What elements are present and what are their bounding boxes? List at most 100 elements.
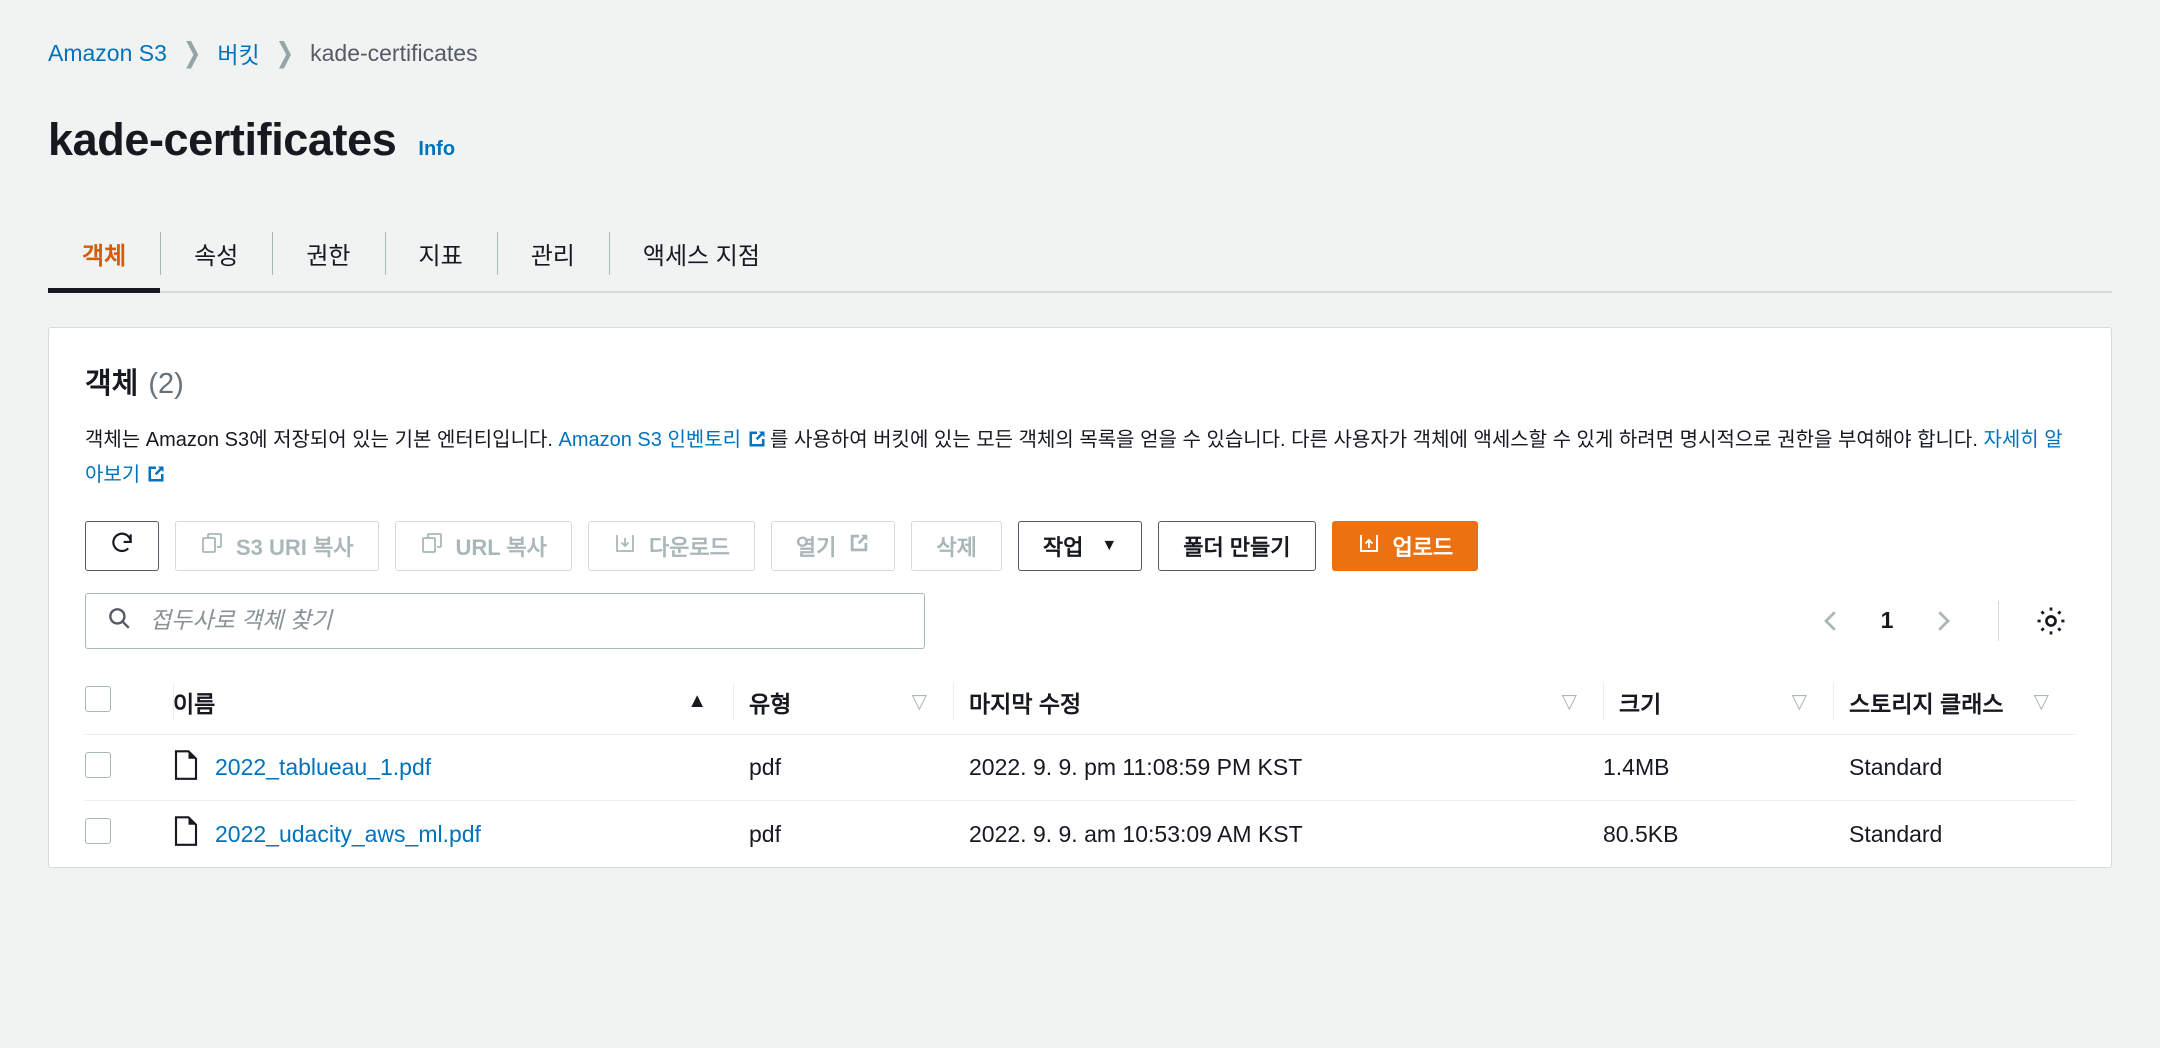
sort-icon[interactable]: ▽ [912, 689, 927, 714]
objects-count: (2) [148, 368, 184, 400]
objects-table: 이름 ▲ 유형 ▽ 마지막 수정 ▽ 크기 ▽ 스토리지 클래스 ▽ 2022_… [85, 669, 2075, 867]
upload-label: 업로드 [1392, 534, 1454, 560]
breadcrumb-separator-icon: ❯ [182, 36, 202, 68]
row-name-cell: 2022_tablueau_1.pdf [173, 735, 733, 801]
row-storage-class-cell: Standard [1849, 754, 1943, 781]
open-label: 열기 [795, 534, 837, 560]
column-header-name[interactable]: 이름 ▲ [173, 669, 733, 735]
breadcrumb-item-current: kade-certificates [310, 39, 478, 66]
s3-inventory-link[interactable]: Amazon S3 인벤토리 [559, 429, 742, 451]
select-all-checkbox[interactable] [85, 685, 111, 712]
object-link[interactable]: 2022_udacity_aws_ml.pdf [215, 821, 481, 848]
refresh-icon [109, 530, 135, 562]
select-all-header [85, 669, 173, 735]
column-header-storage-class-label: 스토리지 클래스 [1849, 690, 2004, 717]
column-divider [733, 682, 734, 721]
copy-s3-uri-button[interactable]: S3 URI 복사 [175, 520, 379, 571]
tab-properties[interactable]: 속성 [160, 218, 272, 291]
tab-access-points[interactable]: 액세스 지점 [608, 218, 794, 291]
tab-metrics[interactable]: 지표 [384, 218, 497, 291]
column-header-type[interactable]: 유형 ▽ [733, 669, 953, 735]
upload-button[interactable]: 업로드 [1331, 520, 1479, 571]
column-divider [1833, 682, 1834, 721]
tab-permissions[interactable]: 권한 [272, 218, 384, 291]
column-header-last-modified-label: 마지막 수정 [969, 690, 1082, 717]
breadcrumb: Amazon S3 ❯ 버킷 ❯ kade-certificates [0, 0, 2160, 70]
row-size-cell: 80.5KB [1603, 820, 1679, 847]
pagination-page-1[interactable]: 1 [1864, 607, 1910, 634]
row-select-cell [85, 801, 173, 867]
row-type-cell: pdf [749, 754, 781, 781]
column-header-last-modified[interactable]: 마지막 수정 ▽ [953, 669, 1603, 735]
create-folder-button[interactable]: 폴더 만들기 [1158, 520, 1316, 571]
column-header-storage-class[interactable]: 스토리지 클래스 ▽ [1833, 669, 2075, 735]
breadcrumb-item-buckets[interactable]: 버킷 [217, 36, 259, 70]
external-link-icon [747, 427, 767, 459]
copy-icon [420, 531, 444, 561]
actions-dropdown-button[interactable]: 작업 ▼ [1017, 520, 1143, 571]
row-last-modified-cell: 2022. 9. 9. pm 11:08:59 PM KST [969, 754, 1303, 781]
row-checkbox[interactable] [85, 818, 111, 845]
row-size-cell: 1.4MB [1603, 754, 1670, 781]
download-button[interactable]: 다운로드 [587, 520, 755, 571]
column-header-type-label: 유형 [749, 690, 792, 717]
table-header: 이름 ▲ 유형 ▽ 마지막 수정 ▽ 크기 ▽ 스토리지 클래스 ▽ [85, 669, 2075, 735]
upload-icon [1357, 531, 1381, 561]
tab-bar: 객체 속성 권한 지표 관리 액세스 지점 [48, 218, 2112, 293]
copy-url-button[interactable]: URL 복사 [394, 520, 572, 571]
download-icon [613, 531, 637, 561]
gear-icon[interactable] [2027, 597, 2075, 645]
row-storage-class-cell: Standard [1849, 820, 1943, 847]
pagination-divider [1998, 600, 1999, 641]
sort-icon[interactable]: ▽ [1562, 689, 1577, 714]
page-title: kade-certificates [48, 114, 397, 165]
tab-objects[interactable]: 객체 [48, 218, 161, 293]
breadcrumb-item-amazon-s3[interactable]: Amazon S3 [48, 40, 167, 67]
row-type-cell: pdf [749, 820, 781, 847]
actions-label: 작업 [1042, 534, 1084, 560]
object-link[interactable]: 2022_tablueau_1.pdf [215, 754, 431, 781]
refresh-button[interactable] [85, 520, 159, 571]
external-link-icon [146, 462, 166, 494]
row-last-modified-cell: 2022. 9. 9. am 10:53:09 AM KST [969, 820, 1303, 847]
tab-management[interactable]: 관리 [496, 218, 609, 291]
column-divider [173, 682, 174, 721]
objects-panel-title: 객체 (2) [85, 360, 2075, 402]
column-header-size-label: 크기 [1619, 690, 1662, 717]
column-divider [953, 682, 954, 721]
delete-button[interactable]: 삭제 [911, 520, 1002, 571]
row-name-cell: 2022_udacity_aws_ml.pdf [173, 801, 733, 867]
search-and-pagination-row: 1 [85, 592, 2075, 649]
sort-icon[interactable]: ▽ [1792, 689, 1807, 714]
pagination: 1 [1804, 594, 2075, 648]
pagination-prev-button[interactable] [1804, 594, 1858, 648]
sort-ascending-icon[interactable]: ▲ [687, 690, 707, 713]
chevron-down-icon: ▼ [1101, 536, 1118, 554]
search-input[interactable] [148, 593, 904, 648]
external-link-icon [848, 532, 870, 560]
file-icon [173, 749, 199, 786]
copy-icon [200, 531, 224, 561]
pagination-next-button[interactable] [1916, 594, 1970, 648]
open-button[interactable]: 열기 [770, 520, 896, 571]
table-row[interactable]: 2022_udacity_aws_ml.pdf pdf 2022. 9. 9. … [85, 801, 2075, 867]
search-icon [106, 605, 132, 636]
delete-label: 삭제 [936, 534, 977, 560]
copy-s3-uri-label: S3 URI 복사 [236, 534, 354, 560]
download-label: 다운로드 [648, 534, 730, 560]
row-select-cell [85, 735, 173, 801]
description-text-part2: 를 사용하여 버킷에 있는 모든 객체의 목록을 얻을 수 있습니다. 다른 사… [770, 429, 1984, 451]
row-checkbox[interactable] [85, 751, 111, 778]
search-box[interactable] [85, 592, 925, 649]
s3-bucket-page: Amazon S3 ❯ 버킷 ❯ kade-certificates kade-… [0, 0, 2160, 1048]
column-header-size[interactable]: 크기 ▽ [1603, 669, 1833, 735]
objects-panel-title-text: 객체 [85, 368, 139, 400]
info-link[interactable]: Info [418, 138, 455, 161]
objects-panel-description: 객체는 Amazon S3에 저장되어 있는 기본 엔터티입니다. Amazon… [85, 424, 2075, 495]
page-header: kade-certificates Info [0, 70, 2160, 166]
table-body: 2022_tablueau_1.pdf pdf 2022. 9. 9. pm 1… [85, 735, 2075, 867]
sort-icon[interactable]: ▽ [2034, 689, 2049, 714]
table-row[interactable]: 2022_tablueau_1.pdf pdf 2022. 9. 9. pm 1… [85, 735, 2075, 801]
column-header-name-label: 이름 [173, 690, 216, 717]
file-icon [173, 816, 199, 852]
